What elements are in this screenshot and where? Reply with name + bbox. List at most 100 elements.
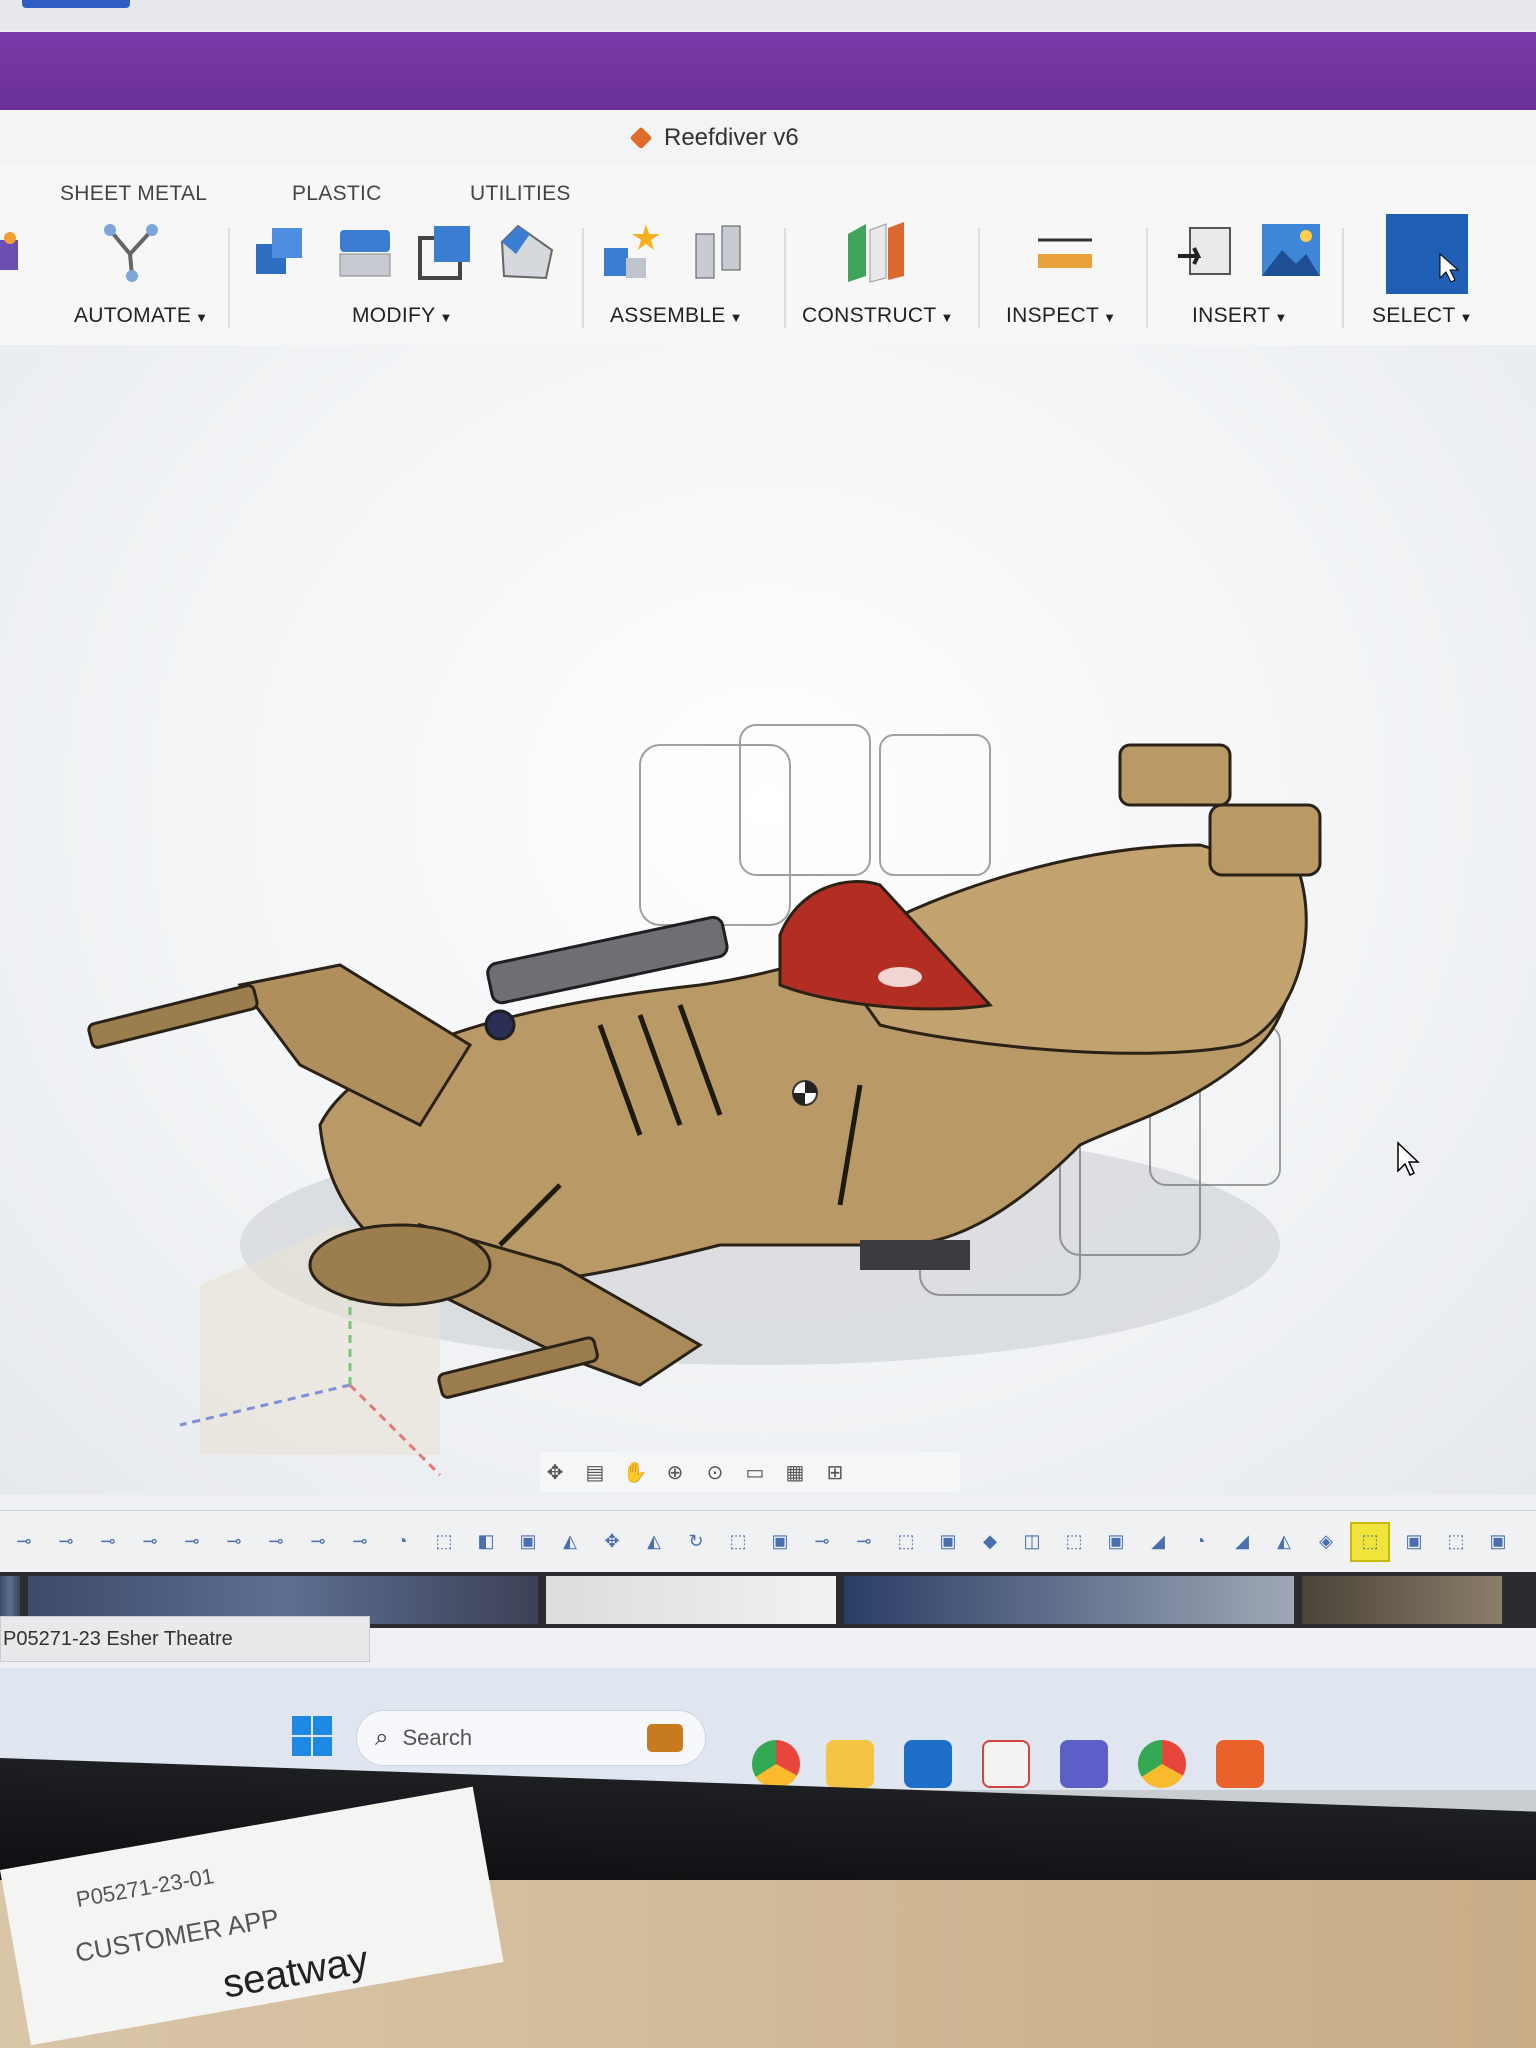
- design-timeline: ⊸ ⊸ ⊸ ⊸ ⊸ ⊸ ⊸ ⊸ ⊸ ◔ ⬚ ◧ ▣ ◭ ✥ ◭ ↻ ⬚ ▣ ⊸ …: [0, 1510, 1536, 1572]
- timeline-joint-icon[interactable]: ⊸: [6, 1524, 42, 1560]
- dropdown-caret-icon: ▼: [1274, 310, 1288, 325]
- navigation-bar: ✥ ▤ ✋ ⊕ ⊙ ▭ ▦ ⊞: [540, 1452, 960, 1492]
- timeline-select-icon[interactable]: ⬚: [1438, 1524, 1474, 1560]
- automate-menu[interactable]: AUTOMATE ▼: [74, 304, 208, 328]
- timeline-joint-icon[interactable]: ⊸: [804, 1524, 840, 1560]
- grid-icon[interactable]: ▦: [780, 1457, 810, 1487]
- timeline-joint-icon[interactable]: ⊸: [216, 1524, 252, 1560]
- fillet-icon[interactable]: [334, 220, 396, 284]
- timeline-mirror-icon[interactable]: ◭: [636, 1524, 672, 1560]
- top-blue-tab[interactable]: [22, 0, 130, 8]
- briefcase-icon: [647, 1724, 683, 1752]
- timeline-shell-icon[interactable]: ◫: [1014, 1524, 1050, 1560]
- timeline-select-icon[interactable]: ⬚: [426, 1524, 462, 1560]
- offset-plane-icon[interactable]: [844, 220, 906, 284]
- windows-start-icon[interactable]: [290, 1714, 334, 1758]
- file-explorer-icon[interactable]: [826, 1740, 874, 1788]
- joint-icon[interactable]: [688, 220, 750, 284]
- file-tab[interactable]: P05271-23 Esher Theatre: [0, 1616, 370, 1662]
- assemble-menu[interactable]: ASSEMBLE ▼: [610, 304, 743, 328]
- timeline-joint-icon[interactable]: ⊸: [90, 1524, 126, 1560]
- viewports-icon[interactable]: ⊞: [820, 1457, 850, 1487]
- dropdown-caret-icon: ▼: [439, 310, 453, 325]
- timeline-extrude-icon[interactable]: ▣: [1098, 1524, 1134, 1560]
- document-title: Reefdiver v6: [628, 124, 799, 152]
- timeline-extrude-icon[interactable]: ▣: [930, 1524, 966, 1560]
- timeline-joint-icon[interactable]: ⊸: [300, 1524, 336, 1560]
- ribbon-separator: [228, 228, 230, 328]
- look-at-icon[interactable]: ▤: [580, 1457, 610, 1487]
- insert-derive-icon[interactable]: [1174, 220, 1236, 284]
- chrome-icon[interactable]: [752, 1740, 800, 1788]
- timeline-joint-icon[interactable]: ⊸: [342, 1524, 378, 1560]
- timeline-extrude-icon[interactable]: ▣: [510, 1524, 546, 1560]
- window-thumbnail[interactable]: [546, 1576, 836, 1624]
- ribbon-separator: [1342, 228, 1344, 328]
- select-menu[interactable]: SELECT ▼: [1372, 304, 1473, 328]
- timeline-select-icon[interactable]: ⬚: [1056, 1524, 1092, 1560]
- timeline-revolve-icon[interactable]: ↻: [678, 1524, 714, 1560]
- taskbar-search[interactable]: ⌕ Search: [356, 1710, 706, 1766]
- pan-icon[interactable]: ✋: [620, 1457, 650, 1487]
- tab-sheet-metal[interactable]: SHEET METAL: [60, 182, 207, 206]
- timeline-extrude-icon[interactable]: ▣: [1396, 1524, 1432, 1560]
- ribbon-separator: [1146, 228, 1148, 328]
- timeline-move-icon[interactable]: ✥: [594, 1524, 630, 1560]
- window-thumbnail[interactable]: [844, 1576, 1294, 1624]
- document-title-text: Reefdiver v6: [664, 124, 799, 151]
- app-header-bar: [0, 32, 1536, 110]
- timeline-joint-icon[interactable]: ⊸: [174, 1524, 210, 1560]
- construct-menu[interactable]: CONSTRUCT ▼: [802, 304, 954, 328]
- spaceship-model[interactable]: [0, 345, 1536, 1495]
- orbit-icon[interactable]: ✥: [540, 1457, 570, 1487]
- timeline-selected-item-icon[interactable]: ⬚: [1350, 1521, 1390, 1562]
- chrome-icon[interactable]: [1138, 1740, 1186, 1788]
- timeline-extrude-icon[interactable]: ▣: [1480, 1524, 1516, 1560]
- inspect-label: INSPECT: [1006, 304, 1100, 327]
- ribbon-separator: [582, 228, 584, 328]
- timeline-mirror-icon[interactable]: ◭: [1266, 1524, 1302, 1560]
- create-tool-partial-icon[interactable]: [0, 220, 22, 284]
- timeline-component-icon[interactable]: ◧: [468, 1524, 504, 1560]
- timeline-fillet-icon[interactable]: ◢: [1224, 1524, 1260, 1560]
- tab-plastic[interactable]: PLASTIC: [292, 182, 382, 206]
- new-component-icon[interactable]: [600, 220, 662, 284]
- snipping-tool-icon[interactable]: [982, 1740, 1030, 1788]
- window-thumbnail[interactable]: [1302, 1576, 1502, 1624]
- timeline-joint-icon[interactable]: ⊸: [132, 1524, 168, 1560]
- timeline-select-icon[interactable]: ⬚: [888, 1524, 924, 1560]
- insert-canvas-icon[interactable]: [1260, 220, 1322, 284]
- automate-icon[interactable]: [100, 220, 162, 284]
- timeline-extrude-icon[interactable]: ▣: [762, 1524, 798, 1560]
- outlook-icon[interactable]: [904, 1740, 952, 1788]
- press-pull-icon[interactable]: [250, 220, 312, 284]
- timeline-mirror-icon[interactable]: ◭: [552, 1524, 588, 1560]
- timeline-combine-icon[interactable]: ◈: [1308, 1524, 1344, 1560]
- automate-label: AUTOMATE: [74, 304, 192, 327]
- browser-top-strip: [0, 0, 1536, 30]
- inspect-menu[interactable]: INSPECT ▼: [1006, 304, 1116, 328]
- timeline-form-icon[interactable]: ◆: [972, 1524, 1008, 1560]
- display-settings-icon[interactable]: ▭: [740, 1457, 770, 1487]
- timeline-select-icon[interactable]: ⬚: [720, 1524, 756, 1560]
- timeline-sketch-icon[interactable]: ◔: [384, 1524, 420, 1560]
- fit-icon[interactable]: ⊙: [700, 1457, 730, 1487]
- select-icon[interactable]: [1386, 214, 1468, 294]
- timeline-sketch-icon[interactable]: ◔: [1182, 1524, 1218, 1560]
- draft-icon[interactable]: [496, 220, 558, 284]
- canvas-viewport[interactable]: [0, 345, 1536, 1495]
- timeline-fillet-icon[interactable]: ◢: [1140, 1524, 1176, 1560]
- teams-icon[interactable]: [1060, 1740, 1108, 1788]
- dropdown-caret-icon: ▼: [940, 310, 954, 325]
- insert-menu[interactable]: INSERT ▼: [1192, 304, 1288, 328]
- tab-utilities[interactable]: UTILITIES: [470, 182, 571, 206]
- timeline-joint-icon[interactable]: ⊸: [258, 1524, 294, 1560]
- timeline-joint-icon[interactable]: ⊸: [846, 1524, 882, 1560]
- file-tab-label: P05271-23 Esher Theatre: [3, 1627, 233, 1650]
- timeline-joint-icon[interactable]: ⊸: [48, 1524, 84, 1560]
- fusion-360-icon[interactable]: [1216, 1740, 1264, 1788]
- zoom-icon[interactable]: ⊕: [660, 1457, 690, 1487]
- measure-icon[interactable]: [1034, 220, 1096, 284]
- modify-menu[interactable]: MODIFY ▼: [352, 304, 453, 328]
- shell-icon[interactable]: [416, 220, 478, 284]
